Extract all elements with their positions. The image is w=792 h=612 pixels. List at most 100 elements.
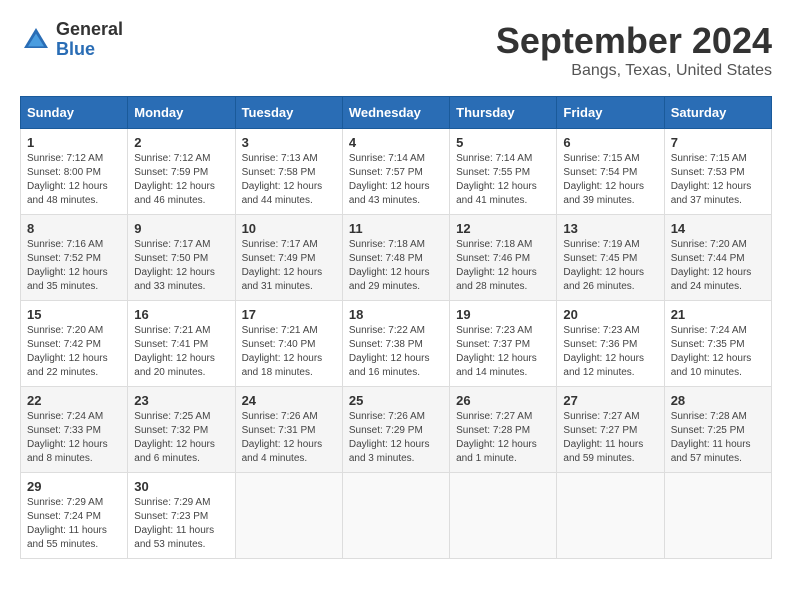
table-cell: 4 Sunrise: 7:14 AM Sunset: 7:57 PM Dayli… [342,129,449,215]
table-cell: 24 Sunrise: 7:26 AM Sunset: 7:31 PM Dayl… [235,387,342,473]
title-area: September 2024 Bangs, Texas, United Stat… [496,20,772,80]
day-number: 4 [349,135,443,150]
day-number: 3 [242,135,336,150]
table-cell [235,473,342,559]
day-info: Sunrise: 7:24 AM Sunset: 7:35 PM Dayligh… [671,324,765,380]
day-info: Sunrise: 7:18 AM Sunset: 7:48 PM Dayligh… [349,238,443,294]
day-info: Sunrise: 7:12 AM Sunset: 7:59 PM Dayligh… [134,152,228,208]
table-cell: 20 Sunrise: 7:23 AM Sunset: 7:36 PM Dayl… [557,301,664,387]
day-number: 20 [563,307,657,322]
day-info: Sunrise: 7:13 AM Sunset: 7:58 PM Dayligh… [242,152,336,208]
day-info: Sunrise: 7:26 AM Sunset: 7:31 PM Dayligh… [242,410,336,466]
table-cell: 28 Sunrise: 7:28 AM Sunset: 7:25 PM Dayl… [664,387,771,473]
day-number: 11 [349,221,443,236]
header: General Blue September 2024 Bangs, Texas… [20,20,772,80]
day-number: 12 [456,221,550,236]
col-wednesday: Wednesday [342,97,449,129]
logo: General Blue [20,20,123,60]
logo-icon [20,24,52,56]
table-cell: 26 Sunrise: 7:27 AM Sunset: 7:28 PM Dayl… [450,387,557,473]
calendar-table: Sunday Monday Tuesday Wednesday Thursday… [20,96,772,559]
table-cell: 1 Sunrise: 7:12 AM Sunset: 8:00 PM Dayli… [21,129,128,215]
day-info: Sunrise: 7:28 AM Sunset: 7:25 PM Dayligh… [671,410,765,466]
col-saturday: Saturday [664,97,771,129]
col-tuesday: Tuesday [235,97,342,129]
col-sunday: Sunday [21,97,128,129]
day-info: Sunrise: 7:14 AM Sunset: 7:55 PM Dayligh… [456,152,550,208]
table-cell: 9 Sunrise: 7:17 AM Sunset: 7:50 PM Dayli… [128,215,235,301]
table-cell: 30 Sunrise: 7:29 AM Sunset: 7:23 PM Dayl… [128,473,235,559]
day-number: 17 [242,307,336,322]
day-number: 6 [563,135,657,150]
day-number: 23 [134,393,228,408]
table-cell: 8 Sunrise: 7:16 AM Sunset: 7:52 PM Dayli… [21,215,128,301]
day-number: 9 [134,221,228,236]
day-info: Sunrise: 7:22 AM Sunset: 7:38 PM Dayligh… [349,324,443,380]
table-cell [557,473,664,559]
day-number: 7 [671,135,765,150]
day-info: Sunrise: 7:23 AM Sunset: 7:37 PM Dayligh… [456,324,550,380]
calendar-week-3: 15 Sunrise: 7:20 AM Sunset: 7:42 PM Dayl… [21,301,772,387]
table-cell: 16 Sunrise: 7:21 AM Sunset: 7:41 PM Dayl… [128,301,235,387]
calendar-week-4: 22 Sunrise: 7:24 AM Sunset: 7:33 PM Dayl… [21,387,772,473]
day-number: 5 [456,135,550,150]
day-number: 13 [563,221,657,236]
day-info: Sunrise: 7:18 AM Sunset: 7:46 PM Dayligh… [456,238,550,294]
col-thursday: Thursday [450,97,557,129]
logo-blue-text: Blue [56,40,123,60]
table-cell: 21 Sunrise: 7:24 AM Sunset: 7:35 PM Dayl… [664,301,771,387]
day-info: Sunrise: 7:25 AM Sunset: 7:32 PM Dayligh… [134,410,228,466]
day-info: Sunrise: 7:29 AM Sunset: 7:23 PM Dayligh… [134,496,228,552]
day-info: Sunrise: 7:15 AM Sunset: 7:54 PM Dayligh… [563,152,657,208]
table-cell: 18 Sunrise: 7:22 AM Sunset: 7:38 PM Dayl… [342,301,449,387]
calendar-week-2: 8 Sunrise: 7:16 AM Sunset: 7:52 PM Dayli… [21,215,772,301]
day-info: Sunrise: 7:20 AM Sunset: 7:44 PM Dayligh… [671,238,765,294]
day-number: 14 [671,221,765,236]
subtitle: Bangs, Texas, United States [496,62,772,80]
table-cell: 3 Sunrise: 7:13 AM Sunset: 7:58 PM Dayli… [235,129,342,215]
day-info: Sunrise: 7:27 AM Sunset: 7:28 PM Dayligh… [456,410,550,466]
day-number: 10 [242,221,336,236]
day-number: 2 [134,135,228,150]
day-number: 16 [134,307,228,322]
day-number: 1 [27,135,121,150]
table-cell [664,473,771,559]
day-info: Sunrise: 7:24 AM Sunset: 7:33 PM Dayligh… [27,410,121,466]
day-info: Sunrise: 7:17 AM Sunset: 7:49 PM Dayligh… [242,238,336,294]
col-friday: Friday [557,97,664,129]
calendar-week-1: 1 Sunrise: 7:12 AM Sunset: 8:00 PM Dayli… [21,129,772,215]
day-number: 15 [27,307,121,322]
day-number: 24 [242,393,336,408]
day-info: Sunrise: 7:29 AM Sunset: 7:24 PM Dayligh… [27,496,121,552]
table-cell: 22 Sunrise: 7:24 AM Sunset: 7:33 PM Dayl… [21,387,128,473]
day-info: Sunrise: 7:27 AM Sunset: 7:27 PM Dayligh… [563,410,657,466]
table-cell: 11 Sunrise: 7:18 AM Sunset: 7:48 PM Dayl… [342,215,449,301]
day-info: Sunrise: 7:20 AM Sunset: 7:42 PM Dayligh… [27,324,121,380]
day-info: Sunrise: 7:16 AM Sunset: 7:52 PM Dayligh… [27,238,121,294]
day-info: Sunrise: 7:21 AM Sunset: 7:41 PM Dayligh… [134,324,228,380]
table-cell [450,473,557,559]
day-number: 29 [27,479,121,494]
day-number: 22 [27,393,121,408]
table-cell: 7 Sunrise: 7:15 AM Sunset: 7:53 PM Dayli… [664,129,771,215]
main-title: September 2024 [496,20,772,62]
table-cell: 23 Sunrise: 7:25 AM Sunset: 7:32 PM Dayl… [128,387,235,473]
table-cell: 12 Sunrise: 7:18 AM Sunset: 7:46 PM Dayl… [450,215,557,301]
day-info: Sunrise: 7:12 AM Sunset: 8:00 PM Dayligh… [27,152,121,208]
table-cell: 6 Sunrise: 7:15 AM Sunset: 7:54 PM Dayli… [557,129,664,215]
calendar-header-row: Sunday Monday Tuesday Wednesday Thursday… [21,97,772,129]
day-number: 18 [349,307,443,322]
table-cell: 29 Sunrise: 7:29 AM Sunset: 7:24 PM Dayl… [21,473,128,559]
logo-text: General Blue [56,20,123,60]
day-number: 19 [456,307,550,322]
table-cell: 17 Sunrise: 7:21 AM Sunset: 7:40 PM Dayl… [235,301,342,387]
logo-general-text: General [56,20,123,40]
table-cell: 13 Sunrise: 7:19 AM Sunset: 7:45 PM Dayl… [557,215,664,301]
col-monday: Monday [128,97,235,129]
table-cell [342,473,449,559]
table-cell: 2 Sunrise: 7:12 AM Sunset: 7:59 PM Dayli… [128,129,235,215]
day-number: 28 [671,393,765,408]
day-number: 21 [671,307,765,322]
table-cell: 19 Sunrise: 7:23 AM Sunset: 7:37 PM Dayl… [450,301,557,387]
table-cell: 5 Sunrise: 7:14 AM Sunset: 7:55 PM Dayli… [450,129,557,215]
